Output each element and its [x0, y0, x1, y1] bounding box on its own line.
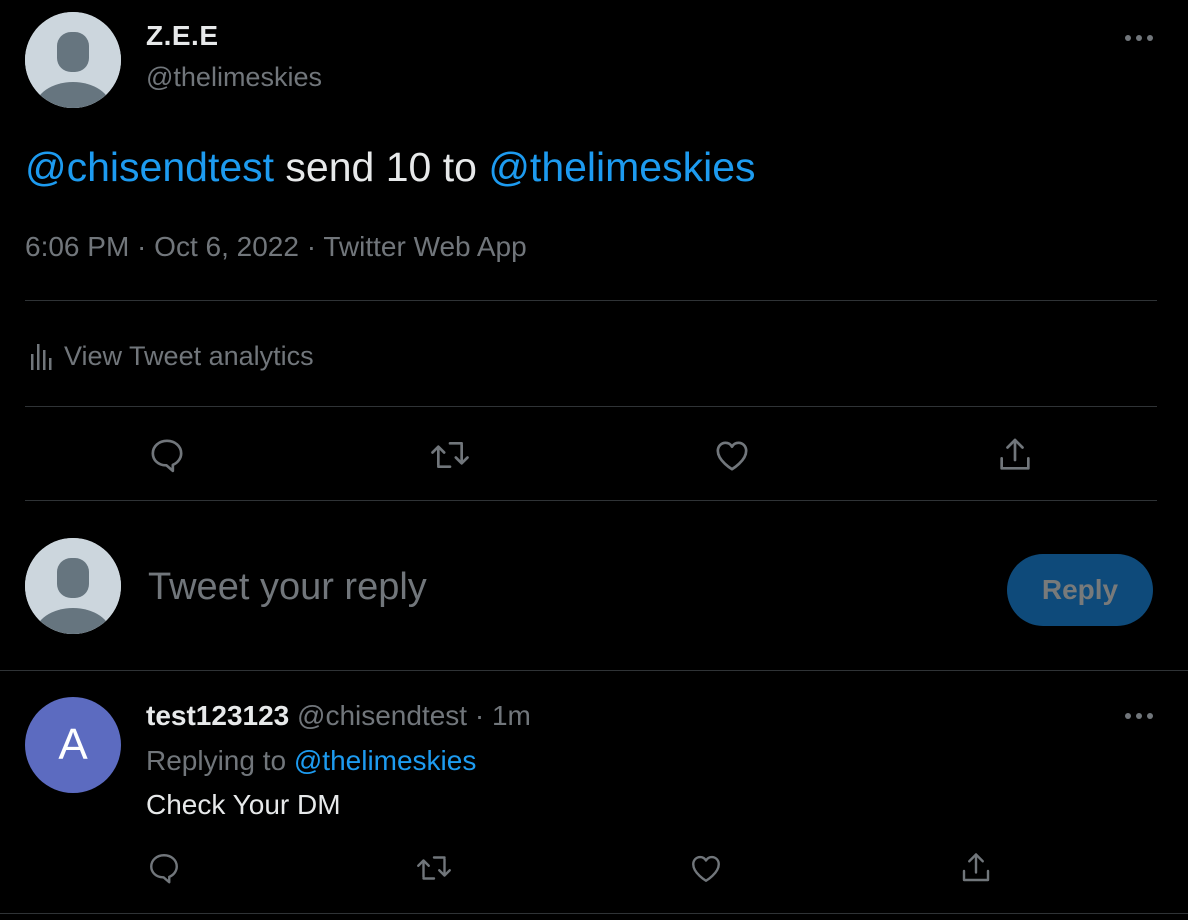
more-options-icon[interactable] — [1119, 26, 1159, 50]
share-action[interactable] — [956, 848, 996, 888]
tweet-source[interactable]: Twitter Web App — [323, 231, 526, 262]
divider — [0, 670, 1188, 671]
tweet-text: @chisendtest send 10 to @thelimeskies — [25, 144, 756, 191]
retweet-icon — [417, 856, 451, 880]
meta-separator: · — [298, 231, 324, 262]
tweet-text-middle: send 10 to — [274, 144, 489, 190]
share-action[interactable] — [992, 432, 1038, 478]
more-options-icon[interactable] — [1119, 704, 1159, 728]
divider — [0, 913, 1188, 914]
reply-action[interactable] — [144, 848, 184, 888]
analytics-icon — [31, 344, 52, 370]
reply-author-name[interactable]: test123123 — [146, 700, 289, 731]
author-handle[interactable]: @thelimeskies — [146, 62, 322, 93]
user-avatar[interactable] — [25, 538, 121, 634]
analytics-label: View Tweet analytics — [64, 340, 314, 371]
reply-header: test123123 @chisendtest · 1m — [146, 700, 531, 732]
like-action[interactable] — [686, 848, 726, 888]
author-name[interactable]: Z.E.E — [146, 20, 219, 52]
mention-link[interactable]: @chisendtest — [25, 144, 274, 190]
reply-text: Check Your DM — [146, 789, 341, 820]
reply-icon — [151, 439, 183, 473]
divider — [25, 406, 1157, 407]
share-icon — [1000, 438, 1030, 470]
reply-button[interactable]: Reply — [1007, 554, 1153, 626]
heart-icon — [716, 441, 748, 471]
default-avatar-icon — [25, 538, 121, 634]
tweet-time[interactable]: 6:06 PM — [25, 231, 129, 262]
replying-to: Replying to @thelimeskies — [146, 745, 476, 777]
default-avatar-icon — [25, 12, 121, 108]
author-avatar[interactable] — [25, 12, 121, 108]
tweet-meta: 6:06 PM · Oct 6, 2022 · Twitter Web App — [25, 231, 527, 263]
reply-action[interactable] — [144, 432, 190, 478]
tweet-detail-page: Z.E.E @thelimeskies @chisendtest send 10… — [0, 0, 1188, 920]
retweet-icon — [431, 442, 469, 468]
mention-link[interactable]: @thelimeskies — [488, 144, 755, 190]
reply-time[interactable]: 1m — [492, 700, 531, 731]
meta-separator: · — [129, 231, 155, 262]
reply-input[interactable]: Tweet your reply — [148, 566, 427, 609]
retweet-action[interactable] — [413, 848, 455, 888]
divider — [25, 300, 1157, 301]
share-icon — [962, 853, 990, 882]
like-action[interactable] — [709, 432, 755, 478]
heart-icon — [692, 855, 720, 882]
header-separator: · — [467, 700, 492, 731]
tweet-date[interactable]: Oct 6, 2022 — [154, 231, 299, 262]
reply-author-avatar[interactable]: A — [25, 697, 121, 793]
mention-link[interactable]: @thelimeskies — [294, 745, 476, 776]
replying-prefix: Replying to — [146, 745, 294, 776]
divider — [25, 500, 1157, 501]
reply-icon — [150, 854, 178, 884]
reply-author-handle[interactable]: @chisendtest — [297, 700, 467, 731]
view-analytics-link[interactable]: View Tweet analytics — [30, 336, 314, 376]
retweet-action[interactable] — [426, 432, 474, 478]
